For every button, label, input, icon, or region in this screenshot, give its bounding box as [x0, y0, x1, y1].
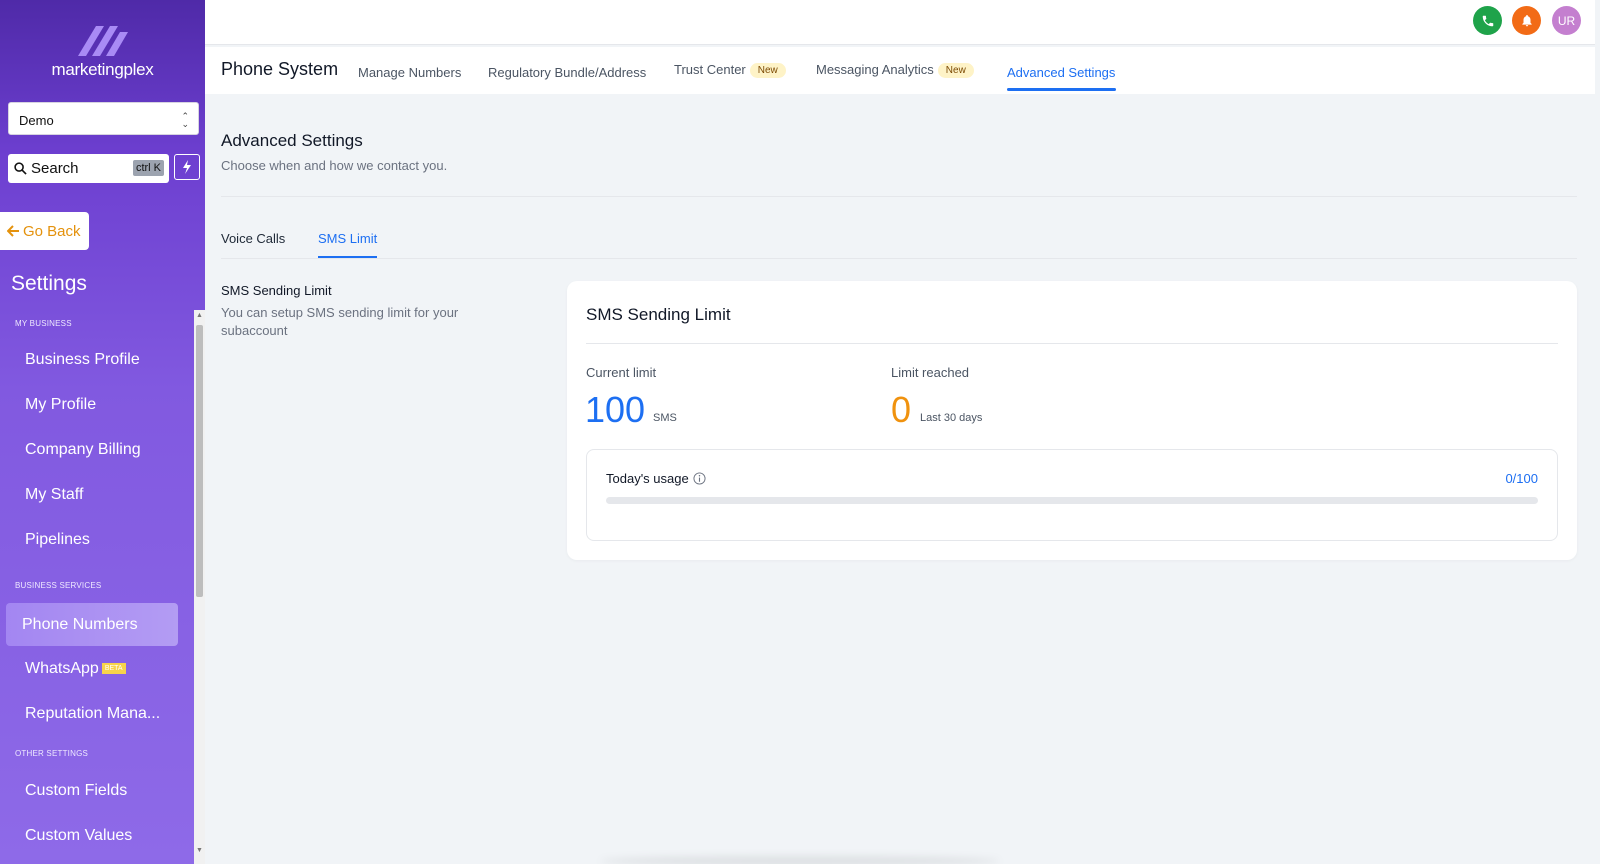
tab-messaging-analytics[interactable]: Messaging Analytics New — [816, 62, 974, 78]
sidebar-item-company-billing[interactable]: Company Billing — [25, 441, 141, 459]
sidebar-item-custom-values[interactable]: Custom Values — [25, 827, 132, 845]
avatar[interactable]: UR — [1552, 6, 1581, 35]
beta-badge: BETA — [101, 663, 126, 674]
lightning-icon — [183, 160, 191, 174]
page-section-title: Phone System — [221, 59, 339, 79]
top-bar: UR — [205, 0, 1595, 45]
tab-advanced-settings[interactable]: Advanced Settings — [1007, 65, 1115, 80]
todays-usage-label: Today's usage — [606, 471, 706, 486]
phone-button[interactable] — [1473, 6, 1502, 35]
sidebar-item-label: Phone Numbers — [22, 616, 138, 633]
quick-actions-button[interactable] — [174, 154, 200, 180]
scroll-down-icon[interactable]: ▼ — [196, 847, 203, 854]
search-icon — [14, 162, 27, 175]
active-tab-indicator — [1007, 88, 1116, 91]
sidebar-item-custom-fields[interactable]: Custom Fields — [25, 782, 127, 800]
usage-progress-bar — [606, 497, 1538, 504]
tab-label: Messaging Analytics — [816, 62, 934, 77]
sidebar-item-my-staff[interactable]: My Staff — [25, 486, 83, 504]
arrow-left-icon — [7, 225, 19, 237]
sidebar-item-label: WhatsApp — [25, 660, 99, 677]
search-shortcut: ctrl K — [132, 160, 164, 176]
limit-reached-unit: Last 30 days — [920, 412, 983, 424]
search-label: Search — [31, 160, 79, 177]
card-title: SMS Sending Limit — [586, 305, 731, 324]
current-limit-value: 100 — [585, 389, 646, 430]
tab-label: Trust Center — [674, 62, 746, 77]
todays-usage-panel: Today's usage 0/100 — [586, 449, 1558, 541]
sidebar-item-pipelines[interactable]: Pipelines — [25, 531, 90, 549]
current-limit-unit: SMS — [653, 412, 677, 424]
decorative-shadow — [600, 856, 1000, 864]
page-subtitle: Choose when and how we contact you. — [221, 158, 448, 173]
logo-text: marketingplex — [51, 60, 154, 79]
phone-icon — [1482, 15, 1493, 26]
tab-sms-limit[interactable]: SMS Limit — [318, 231, 377, 246]
new-badge: New — [937, 63, 974, 78]
section-description: You can setup SMS sending limit for your… — [221, 305, 459, 338]
sidebar-item-business-profile[interactable]: Business Profile — [25, 351, 140, 369]
sidebar: marketingplex Demo ⌃ ⌄ Search ctrl K Go B… — [0, 0, 205, 864]
info-icon[interactable] — [693, 472, 706, 485]
notifications-button[interactable] — [1512, 6, 1541, 35]
limit-reached-label: Limit reached — [891, 365, 970, 380]
logo: marketingplex — [0, 18, 205, 80]
section-label-my-business: MY BUSINESS — [15, 319, 72, 328]
go-back-button[interactable]: Go Back — [0, 212, 89, 250]
section-label-business-services: BUSINESS SERVICES — [15, 581, 102, 590]
usage-label-text: Today's usage — [606, 471, 689, 486]
new-badge: New — [749, 63, 786, 78]
tab-manage-numbers[interactable]: Manage Numbers — [358, 65, 461, 80]
sms-limit-card: SMS Sending Limit Current limit 100 SMS … — [567, 281, 1577, 560]
scroll-up-icon[interactable]: ▲ — [196, 312, 203, 319]
location-select[interactable]: Demo ⌃ ⌄ — [8, 102, 199, 135]
sidebar-item-phone-numbers[interactable]: Phone Numbers — [6, 603, 178, 646]
page-title: Advanced Settings — [221, 131, 363, 150]
search-input[interactable]: Search ctrl K — [8, 154, 169, 183]
active-tab-indicator — [318, 256, 377, 258]
current-limit-label: Current limit — [586, 365, 657, 380]
card-divider — [586, 343, 1558, 344]
tab-voice-calls[interactable]: Voice Calls — [221, 231, 285, 246]
phone-system-nav: Phone System Manage Numbers Regulatory B… — [205, 47, 1595, 94]
location-select-value: Demo — [19, 113, 54, 128]
tab-regulatory-bundle[interactable]: Regulatory Bundle/Address — [488, 65, 646, 80]
divider — [221, 196, 1577, 197]
tab-trust-center[interactable]: Trust Center New — [674, 62, 786, 78]
sidebar-item-whatsapp[interactable]: WhatsApp BETA — [25, 660, 126, 678]
todays-usage-value: 0/100 — [1505, 471, 1538, 486]
select-arrows-icon: ⌃ ⌄ — [181, 111, 189, 129]
sidebar-scrollbar-thumb[interactable] — [196, 325, 203, 597]
section-heading: SMS Sending Limit — [221, 283, 332, 298]
limit-reached-value: 0 — [891, 389, 912, 430]
sidebar-item-my-profile[interactable]: My Profile — [25, 396, 96, 414]
bell-icon — [1521, 14, 1532, 27]
logo-mark-icon — [77, 26, 128, 56]
sidebar-item-reputation[interactable]: Reputation Mana... — [25, 705, 160, 723]
go-back-label: Go Back — [23, 222, 81, 240]
tabs-divider — [221, 258, 1577, 259]
section-label-other-settings: OTHER SETTINGS — [15, 749, 89, 758]
settings-title: Settings — [11, 272, 87, 295]
